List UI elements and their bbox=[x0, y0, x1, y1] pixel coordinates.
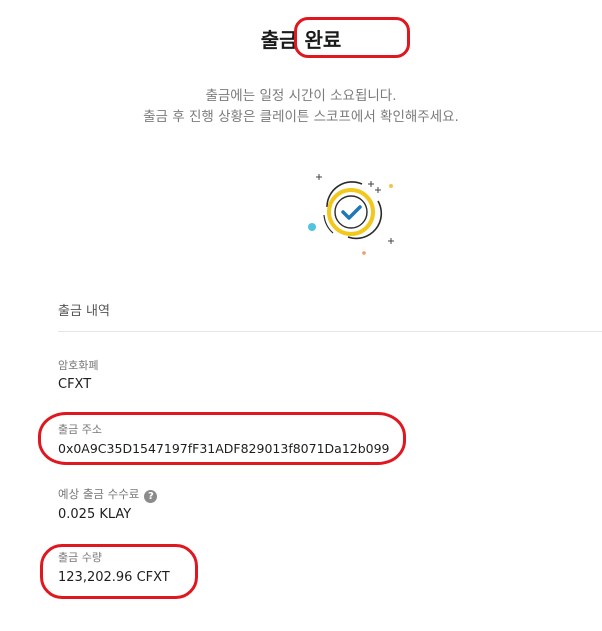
expected-fee-label-text: 예상 출금 수수료 bbox=[58, 487, 140, 501]
expected-fee-label: 예상 출금 수수료? bbox=[58, 486, 158, 503]
withdrawal-details-heading: 출금 내역 bbox=[58, 304, 110, 319]
withdrawal-amount-value: 123,202.96 CFXT bbox=[58, 570, 170, 585]
currency-label: 암호화폐 bbox=[58, 359, 99, 372]
check-circle-icon bbox=[300, 165, 410, 260]
page-title-text: 출금 완료 bbox=[260, 28, 342, 52]
completion-message: 출금에는 일정 시간이 소요됩니다. 출금 후 진행 상황은 클레이튼 스코프에… bbox=[0, 86, 602, 128]
section-divider bbox=[58, 331, 602, 332]
completion-message-line-2: 출금 후 진행 상황은 클레이튼 스코프에서 확인해주세요. bbox=[143, 109, 459, 125]
expected-fee-value: 0.025 KLAY bbox=[58, 507, 132, 522]
withdrawal-amount-label: 출금 수량 bbox=[58, 551, 102, 564]
page-title: 출금 완료 bbox=[0, 24, 602, 53]
withdrawal-address-value: 0x0A9C35D1547197fF31ADF829013f8071Da12b0… bbox=[58, 441, 390, 456]
highlight-address bbox=[38, 412, 406, 465]
withdrawal-address-label: 출금 주소 bbox=[58, 423, 102, 436]
completion-message-line-1: 출금에는 일정 시간이 소요됩니다. bbox=[205, 88, 397, 104]
currency-value: CFXT bbox=[58, 377, 92, 392]
question-mark-icon[interactable]: ? bbox=[144, 490, 158, 503]
